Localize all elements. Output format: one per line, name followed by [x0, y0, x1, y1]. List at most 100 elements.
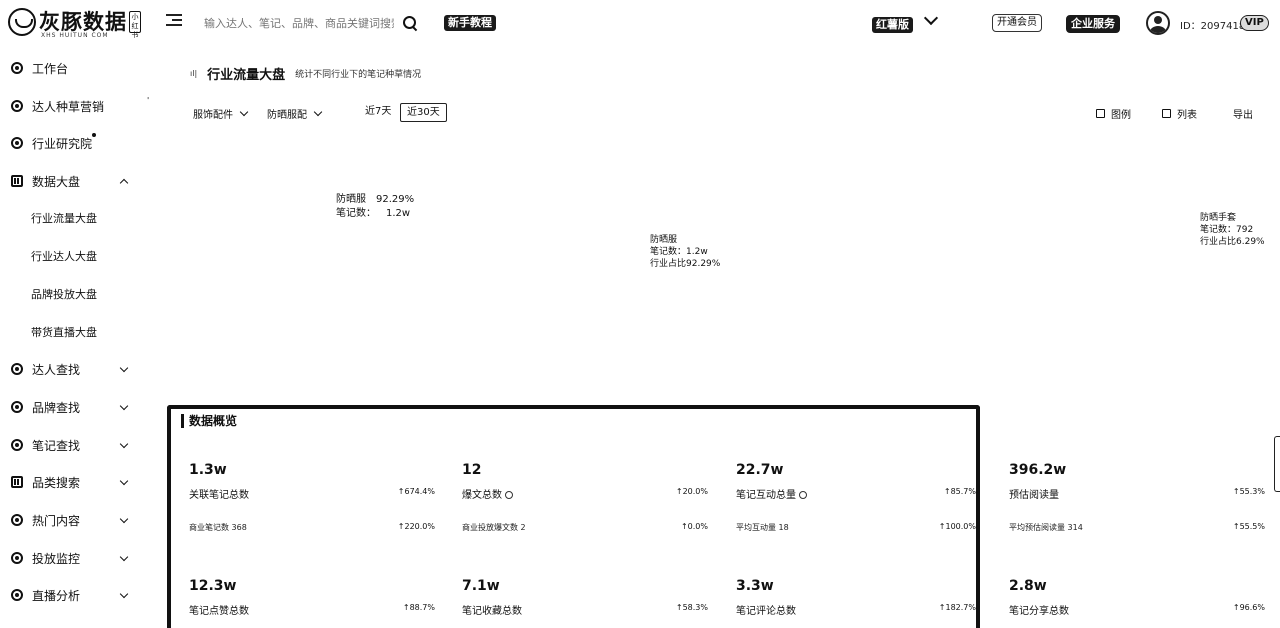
metric-value: 3.3w: [736, 578, 774, 594]
sidebar-item-hot-content[interactable]: 热门内容: [0, 508, 150, 532]
sidebar-item-research[interactable]: 行业研究院: [0, 131, 150, 155]
sidebar-item-industry-kol[interactable]: 行业达人大盘: [0, 244, 150, 268]
vip-badge[interactable]: VIP: [1240, 15, 1269, 31]
sidebar-item-find-notes[interactable]: 笔记查找: [0, 433, 150, 457]
sidebar-item-label: 行业流量大盘: [31, 212, 97, 225]
new-dot: [92, 133, 96, 137]
metric-change: ↑674.4%: [397, 487, 435, 496]
enterprise-service-button[interactable]: 企业服务: [1066, 15, 1120, 33]
chevron-down-icon: [119, 514, 129, 523]
metric-change: ↑182.7%: [938, 603, 976, 612]
avatar[interactable]: [1146, 11, 1170, 35]
metric-label: 预估阅读量: [1009, 490, 1059, 501]
legend-button[interactable]: 图例: [1096, 106, 1131, 121]
brand-icon: [11, 401, 23, 413]
category-filter[interactable]: 服饰配件: [193, 106, 249, 121]
sidebar-item-label: 工作台: [32, 61, 69, 76]
chevron-down-icon[interactable]: [923, 10, 939, 26]
treemap-block-sunscreen-gloves[interactable]: 防晒手套 笔记数：792 行业占比6.29%: [1200, 212, 1265, 248]
sidebar-item-label: 达人查找: [32, 362, 81, 377]
chevron-down-icon: [119, 589, 129, 598]
sidebar-item-label: 行业达人大盘: [31, 250, 97, 263]
sidebar-item-label: 行业研究院: [32, 136, 93, 151]
page-title: 行业流量大盘: [207, 68, 286, 83]
overview-title: 数据概览: [181, 414, 237, 428]
metric-label: 笔记互动总量: [736, 490, 796, 501]
metric-label: 笔记分享总数: [1009, 606, 1069, 617]
membership-button[interactable]: 开通会员: [992, 14, 1042, 32]
sidebar-item-label: 直播分析: [32, 588, 81, 603]
export-button-label: 导出: [1233, 110, 1253, 121]
platform-switch[interactable]: 红薯版: [872, 17, 913, 33]
treemap-main-notes-label: 笔记数：: [336, 208, 376, 219]
metric-label-wrap: 爆文总数: [462, 486, 513, 501]
sidebar-item-brand-ads[interactable]: 品牌投放大盘: [0, 282, 150, 306]
sidebar-item-industry-traffic[interactable]: 行业流量大盘: [0, 206, 150, 230]
metric-sub: 平均预估阅读量 314: [1009, 523, 1083, 532]
sidebar-item-live-analysis[interactable]: 直播分析: [0, 583, 150, 607]
chevron-down-icon: [313, 107, 323, 117]
bar-chart-icon: [11, 175, 23, 187]
chevron-down-icon: [119, 363, 129, 372]
page-header: ıl| 行业流量大盘 统计不同行业下的笔记种草情况: [190, 64, 421, 83]
search-input[interactable]: [204, 14, 394, 32]
info-icon[interactable]: [799, 491, 807, 499]
metric-value: 396.2w: [1009, 462, 1067, 478]
sidebar-item-label: 投放监控: [32, 551, 81, 566]
export-button[interactable]: 导出: [1233, 106, 1253, 121]
list-button[interactable]: 列表: [1162, 106, 1197, 121]
metric-value: 1.3w: [189, 462, 227, 478]
sidebar-item-live-commerce[interactable]: 带货直播大盘: [0, 320, 150, 344]
sidebar-item-workbench[interactable]: 工作台: [0, 56, 150, 80]
tab-30-days[interactable]: 近30天: [400, 103, 447, 122]
monitor-icon: [11, 552, 23, 564]
metric-value: 22.7w: [736, 462, 784, 478]
logo-badge: 小红书: [129, 11, 141, 39]
chevron-down-icon: [119, 476, 129, 485]
metric-change: ↑96.6%: [1232, 603, 1265, 612]
tab-7-days[interactable]: 近7天: [359, 103, 397, 122]
category-icon: [11, 476, 23, 488]
metric-sub: 商业笔记数 368: [189, 523, 247, 532]
subcategory-filter[interactable]: 防晒服配: [267, 106, 323, 121]
sidebar-item-label: 数据大盘: [32, 174, 81, 189]
metric-change: ↑20.0%: [675, 487, 708, 496]
sidebar-item-ad-monitor[interactable]: 投放监控: [0, 546, 150, 570]
logo[interactable]: 灰豚数据 小红书 XHS HUITUN COM: [8, 8, 141, 39]
tutorial-link[interactable]: 新手教程: [444, 15, 496, 31]
legend-icon: [1096, 109, 1105, 118]
menu-toggle-icon[interactable]: [166, 14, 182, 28]
treemap-block-sunscreen-clothing[interactable]: 防晒服 笔记数：1.2w 行业占比92.29%: [650, 234, 720, 270]
metric-sub-change: ↑100.0%: [938, 522, 976, 531]
sidebar-item-find-brand[interactable]: 品牌查找: [0, 395, 150, 419]
sidebar-item-label: 品类搜索: [32, 475, 81, 490]
sidebar-item-label: 带货直播大盘: [31, 326, 97, 339]
metric-label: 笔记评论总数: [736, 606, 796, 617]
metric-value: 7.1w: [462, 578, 500, 594]
sidebar-item-category-search[interactable]: 品类搜索: [0, 470, 150, 494]
treemap-block-name: 防晒手套: [1200, 213, 1237, 223]
treemap-block-notes: 笔记数：792: [1200, 225, 1254, 235]
treemap-main-label[interactable]: 防晒服 92.29% 笔记数： 1.2w: [336, 193, 414, 221]
info-icon[interactable]: [505, 491, 513, 499]
category-filter-label: 服饰配件: [193, 110, 233, 121]
metric-value: 2.8w: [1009, 578, 1047, 594]
sidebar-item-find-kol[interactable]: 达人查找: [0, 357, 150, 381]
chevron-down-icon: [119, 552, 129, 561]
metric-label: 爆文总数: [462, 490, 502, 501]
note-icon: [11, 439, 23, 451]
sidebar-item-kol-marketing[interactable]: 达人种草营销: [0, 94, 150, 118]
target-icon: [11, 100, 23, 112]
chevron-down-icon: [119, 439, 129, 448]
side-float-tab[interactable]: [1274, 436, 1280, 492]
sidebar-item-label: 笔记查找: [32, 438, 81, 453]
research-icon: [11, 137, 23, 149]
top-bar: 灰豚数据 小红书 XHS HUITUN COM 新手教程 红薯版 开通会员 企业…: [0, 0, 1280, 46]
user-search-icon: [11, 363, 23, 375]
metric-label: 关联笔记总数: [189, 490, 249, 501]
sidebar-item-label: 热门内容: [32, 513, 81, 528]
search-icon[interactable]: [402, 15, 418, 31]
sidebar-item-label: 品牌查找: [32, 400, 81, 415]
treemap-main-share: 92.29%: [376, 194, 415, 205]
sidebar-item-dashboard[interactable]: 数据大盘: [0, 169, 150, 193]
